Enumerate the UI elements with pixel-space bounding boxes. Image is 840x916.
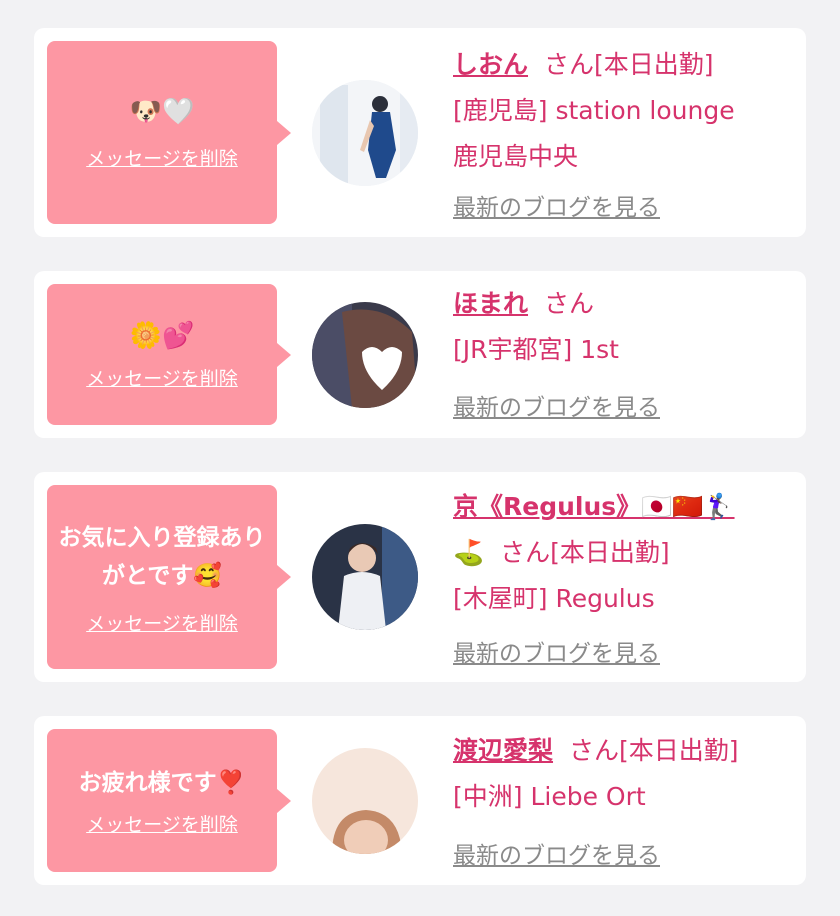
favorite-card: 🐶🤍 メッセージを削除 しおん さん[本日出勤] [鹿児島] station lo… [34, 28, 806, 237]
shop-line: [木屋町] Regulus [453, 584, 655, 613]
favorite-card: お疲れ様です❣️ メッセージを削除 渡辺愛梨 さん[本日出勤] [中洲] Lieb… [34, 716, 806, 885]
cast-name-continued: ⛳ [453, 538, 485, 567]
shop-line: 鹿児島中央 [453, 142, 579, 171]
message-bubble: 🌼💕 メッセージを削除 [47, 284, 291, 425]
avatar-photo [312, 524, 418, 630]
cast-status: さん[本日出勤] [569, 736, 739, 765]
blog-link[interactable]: 最新のブログを見る [453, 836, 660, 870]
avatar[interactable] [312, 302, 418, 408]
message-bubble: お疲れ様です❣️ メッセージを削除 [47, 729, 291, 872]
message-bubble: お気に入り登録ありがとです🥰 メッセージを削除 [47, 485, 291, 669]
cast-status: さん[本日出勤] [544, 50, 714, 79]
avatar-photo [312, 748, 418, 854]
message-bubble: 🐶🤍 メッセージを削除 [47, 41, 291, 224]
avatar[interactable] [312, 80, 418, 186]
message-text: お疲れ様です❣️ [78, 770, 246, 796]
cast-name-link[interactable]: 渡辺愛梨 [453, 736, 553, 765]
delete-message-link[interactable]: メッセージを削除 [86, 810, 238, 837]
blog-link[interactable]: 最新のブログを見る [453, 634, 660, 668]
cast-name-link[interactable]: しおん [453, 50, 528, 79]
shop-line: [鹿児島] station lounge [453, 96, 735, 125]
message-text: お気に入り登録ありがとです🥰 [58, 524, 266, 589]
delete-message-link[interactable]: メッセージを削除 [86, 609, 238, 636]
entry-info: ほまれ さん [JR宇都宮] 1st [453, 281, 786, 373]
cast-name-link[interactable]: 京《Regulus》🇯🇵🇨🇳🏌️‍♀️ [453, 492, 735, 521]
entry-info: 京《Regulus》🇯🇵🇨🇳🏌️‍♀️ ⛳ さん[本日出勤] [木屋町] Regu… [453, 484, 786, 622]
avatar-photo [312, 302, 418, 408]
message-emoji: 🌼💕 [129, 321, 195, 351]
cast-status: さん[本日出勤] [500, 538, 670, 567]
blog-link[interactable]: 最新のブログを見る [453, 388, 660, 422]
avatar[interactable] [312, 524, 418, 630]
entry-info: しおん さん[本日出勤] [鹿児島] station lounge 鹿児島中央 [453, 42, 786, 180]
favorite-card: 🌼💕 メッセージを削除 ほまれ さん [JR宇都宮] 1st 最新のブログを見る [34, 271, 806, 438]
avatar-photo [312, 80, 418, 186]
delete-message-link[interactable]: メッセージを削除 [86, 364, 238, 391]
cast-name-link[interactable]: ほまれ [453, 289, 528, 318]
shop-line: [JR宇都宮] 1st [453, 335, 619, 364]
delete-message-link[interactable]: メッセージを削除 [86, 144, 238, 171]
cast-status: さん [544, 289, 595, 318]
shop-line: [中洲] Liebe Ort [453, 782, 646, 811]
favorite-card: お気に入り登録ありがとです🥰 メッセージを削除 京《Regulus》🇯🇵🇨🇳🏌️… [34, 472, 806, 682]
avatar[interactable] [312, 748, 418, 854]
blog-link[interactable]: 最新のブログを見る [453, 188, 660, 222]
entry-info: 渡辺愛梨 さん[本日出勤] [中洲] Liebe Ort [453, 728, 786, 820]
message-emoji: 🐶🤍 [129, 97, 195, 127]
